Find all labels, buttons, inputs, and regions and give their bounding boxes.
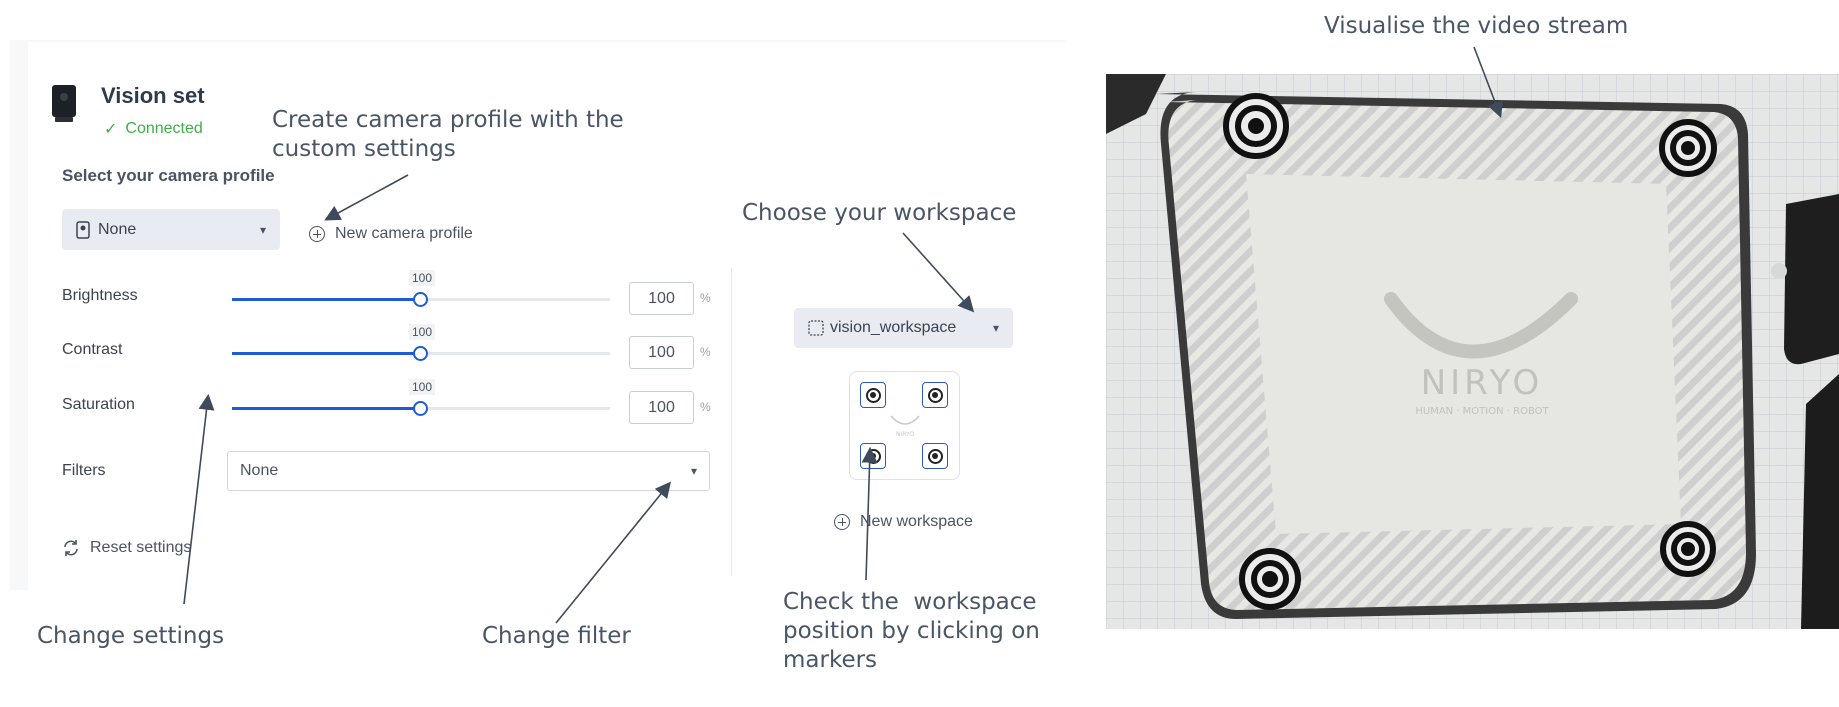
- annotation-visualise-stream: Visualise the video stream: [1324, 13, 1629, 39]
- annotation-line: Check the workspace: [783, 589, 1037, 615]
- arrow-change-filter: [555, 481, 672, 624]
- arrow-create-profile: [324, 174, 409, 221]
- annotation-create-profile: Create camera profile with the custom se…: [272, 106, 624, 164]
- annotation-line: custom settings: [272, 136, 456, 162]
- annotation-change-filter: Change filter: [482, 623, 631, 649]
- arrow-change-settings: [183, 393, 215, 605]
- arrow-visualise-stream: [1473, 46, 1503, 118]
- arrow-choose-workspace: [902, 232, 975, 313]
- annotation-line: Create camera profile with the: [272, 107, 624, 133]
- annotation-choose-workspace: Choose your workspace: [742, 200, 1017, 226]
- annotation-line: markers: [783, 647, 878, 673]
- annotation-line: position by clicking on: [783, 618, 1040, 644]
- annotation-check-workspace: Check the workspace position by clicking…: [783, 588, 1040, 675]
- annotation-change-settings: Change settings: [37, 623, 225, 649]
- arrow-check-workspace: [861, 446, 878, 581]
